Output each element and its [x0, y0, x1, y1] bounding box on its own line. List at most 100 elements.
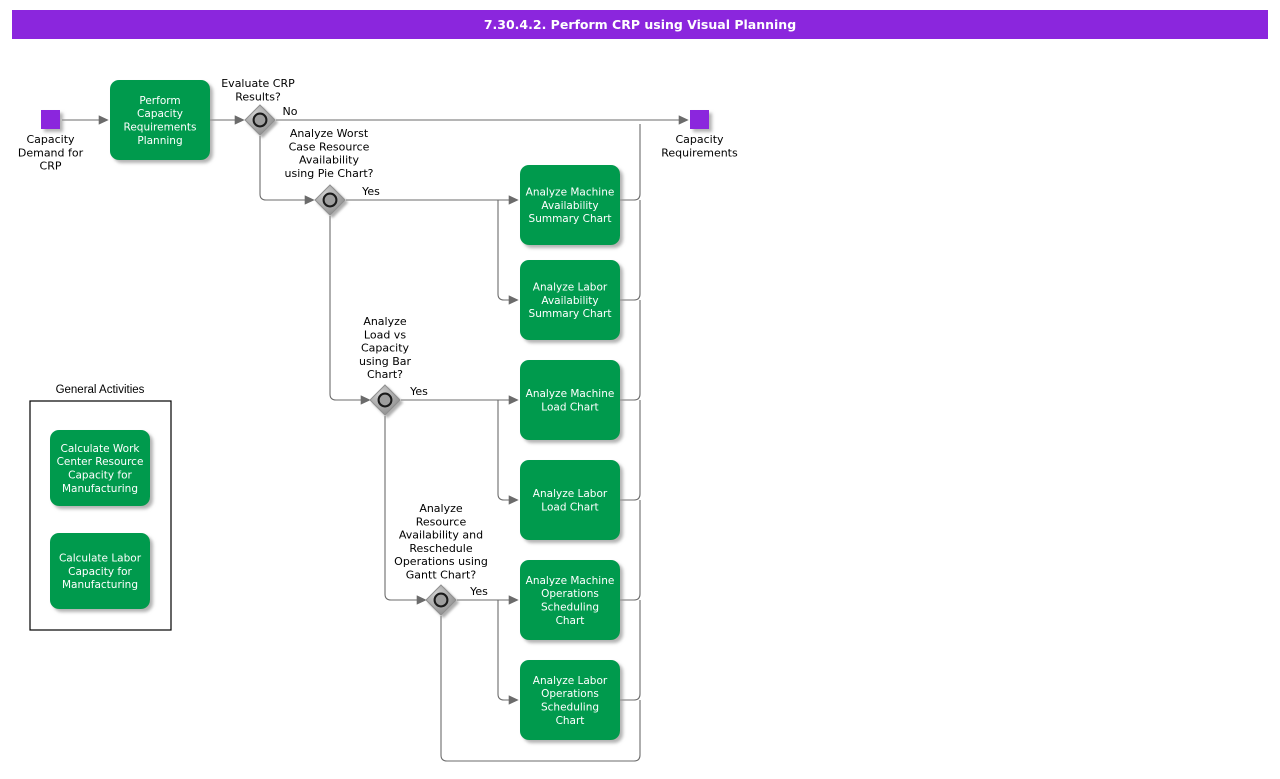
gateway-analyze-load-vs-capacity-using-bar-chart-branch-label: Yes [409, 385, 428, 398]
gateway-evaluate-crp-results-question-line-1: Results? [235, 90, 281, 103]
task-calculate-labor-capacity-for-manufacturing[interactable]: Calculate LaborCapacity forManufacturing [50, 533, 150, 609]
end-event-capacity-requirements-label-line-0: Capacity [675, 133, 724, 146]
task-analyze-machine-availability-summary-chart-label-line-0: Analyze Machine [526, 187, 615, 199]
task-analyze-machine-operations-scheduling-chart[interactable]: Analyze MachineOperationsScheduling Chart [520, 560, 620, 640]
task-analyze-machine-load-chart-label-line-0: Analyze Machine [526, 388, 615, 400]
arrowhead-to-gw-bar [360, 395, 371, 405]
task-calculate-labor-capacity-for-manufacturing-label-line-2: Manufacturing [62, 579, 138, 591]
gateway-analyze-load-vs-capacity-using-bar-chart-question-line-1: Load vs [364, 328, 406, 341]
arrowhead-to-gw-pie [304, 195, 315, 205]
gateway-analyze-resource-availability-and-reschedule-operations-using-gantt-chart-question-line-2: Availability and [399, 529, 483, 542]
gateway-analyze-worst-case-resource-availability-using-pie-chart[interactable]: Analyze WorstCase ResourceAvailabilityus… [285, 127, 381, 216]
start-event-capacity-demand-for-crp-marker[interactable] [41, 110, 60, 129]
task-analyze-machine-availability-summary-chart-label-line-1: Availability [541, 200, 598, 212]
gateway-analyze-worst-case-resource-availability-using-pie-chart-branch-label: Yes [361, 185, 380, 198]
task-analyze-machine-load-chart[interactable]: Analyze MachineLoad Chart [520, 360, 620, 440]
task-analyze-labor-operations-scheduling-chart[interactable]: Analyze LaborOperationsScheduling Chart [520, 660, 620, 740]
task-analyze-labor-operations-scheduling-chart-label-line-3: Chart [556, 715, 585, 727]
gateway-analyze-resource-availability-and-reschedule-operations-using-gantt-chart-inclusive-marker-icon [433, 592, 449, 608]
gateway-analyze-load-vs-capacity-using-bar-chart-question-line-0: Analyze [363, 315, 407, 328]
task-analyze-machine-operations-scheduling-chart-label-line-3: Chart [556, 615, 585, 627]
flow-machine-ops-return [620, 500, 641, 601]
gateway-analyze-worst-case-resource-availability-using-pie-chart-question-line-1: Case Resource [289, 140, 370, 153]
gateway-analyze-resource-availability-and-reschedule-operations-using-gantt-chart-question-line-1: Resource [416, 515, 467, 528]
end-event-capacity-requirements-marker[interactable] [690, 110, 709, 129]
gateway-evaluate-crp-results-question-line-0: Evaluate CRP [221, 77, 295, 90]
task-calculate-work-center-resource-capacity-for-manufacturing[interactable]: Calculate WorkCenter ResourceCapacity fo… [50, 430, 150, 506]
task-analyze-machine-availability-summary-chart-label-line-2: Summary Chart [529, 213, 612, 225]
task-calculate-work-center-resource-capacity-for-manufacturing-label-line-1: Center Resource [57, 456, 144, 468]
flow-labor-avail-return [620, 200, 641, 301]
task-analyze-labor-operations-scheduling-chart-label-line-2: Scheduling [541, 701, 599, 713]
arrowhead-to-machine-ops [508, 595, 519, 605]
task-calculate-work-center-resource-capacity-for-manufacturing-label-line-3: Manufacturing [62, 483, 138, 495]
task-analyze-labor-operations-scheduling-chart-label-line-1: Operations [541, 688, 599, 700]
arrowhead-to-machine-avail [508, 195, 519, 205]
arrowhead-to-end-event [678, 115, 689, 125]
task-perform-capacity-requirements-planning-label-line-3: Planning [137, 135, 182, 147]
arrowhead-to-labor-ops [508, 695, 519, 705]
task-calculate-labor-capacity-for-manufacturing-label-line-1: Capacity for [68, 566, 132, 578]
gateway-analyze-resource-availability-and-reschedule-operations-using-gantt-chart-question-line-5: Gantt Chart? [406, 569, 477, 582]
bpmn-flowchart: General Activities Calculate WorkCenter R… [18, 77, 738, 762]
task-analyze-machine-availability-summary-chart[interactable]: Analyze MachineAvailabilitySummary Chart [520, 165, 620, 245]
gateway-analyze-worst-case-resource-availability-using-pie-chart-question-line-3: using Pie Chart? [285, 167, 374, 180]
gateway-analyze-worst-case-resource-availability-using-pie-chart-question-line-2: Availability [299, 154, 359, 167]
flow-labor-load-return [620, 400, 641, 501]
gateway-analyze-resource-availability-and-reschedule-operations-using-gantt-chart-branch-label: Yes [469, 585, 488, 598]
gateway-analyze-resource-availability-and-reschedule-operations-using-gantt-chart-question-line-4: Operations using [394, 555, 488, 568]
arrowhead-to-machine-load [508, 395, 519, 405]
flow-labor-ops-return [620, 600, 641, 701]
task-perform-capacity-requirements-planning-label-line-1: Capacity [137, 108, 183, 120]
task-analyze-labor-operations-scheduling-chart-label-line-0: Analyze Labor [533, 675, 608, 687]
task-analyze-labor-load-chart-label-line-0: Analyze Labor [533, 488, 608, 500]
general-activities-title: General Activities [56, 384, 145, 396]
flow-gw-bar-branch-to-labor-load [497, 400, 514, 501]
task-calculate-labor-capacity-for-manufacturing-label-line-0: Calculate Labor [59, 553, 142, 565]
start-event-capacity-demand-for-crp-label-line-2: CRP [40, 160, 62, 173]
gateway-analyze-resource-availability-and-reschedule-operations-using-gantt-chart-question-line-0: Analyze [419, 502, 463, 515]
flow-machine-load-return [620, 300, 641, 401]
task-analyze-labor-availability-summary-chart[interactable]: Analyze LaborAvailabilitySummary Chart [520, 260, 620, 340]
task-analyze-machine-operations-scheduling-chart-label-line-0: Analyze Machine [526, 575, 615, 587]
task-analyze-machine-load-chart-label-line-1: Load Chart [541, 401, 598, 413]
gateway-evaluate-crp-results-inclusive-marker-icon [252, 112, 268, 128]
gateway-evaluate-crp-results[interactable]: Evaluate CRPResults?No [221, 77, 298, 136]
gateway-analyze-resource-availability-and-reschedule-operations-using-gantt-chart[interactable]: AnalyzeResourceAvailability andReschedul… [394, 502, 488, 616]
end-event-capacity-requirements[interactable]: CapacityRequirements [661, 110, 738, 159]
gateway-analyze-worst-case-resource-availability-using-pie-chart-inclusive-marker-icon [322, 192, 338, 208]
general-activities-layer: General Activities Calculate WorkCenter R… [29, 384, 172, 631]
task-perform-capacity-requirements-planning[interactable]: PerformCapacityRequirements Planning [110, 80, 210, 160]
start-event-capacity-demand-for-crp-label-line-0: Capacity [26, 133, 75, 146]
gateway-analyze-worst-case-resource-availability-using-pie-chart-question-line-0: Analyze Worst [290, 127, 369, 140]
diagram-canvas: 7.30.4.2. Perform CRP using Visual Plann… [0, 0, 1280, 779]
task-analyze-labor-availability-summary-chart-label-line-2: Summary Chart [529, 308, 612, 320]
flow-gw-gantt-branch-to-labor-ops [497, 600, 514, 701]
gateway-analyze-load-vs-capacity-using-bar-chart-inclusive-marker-icon [377, 392, 393, 408]
gateways-layer: Evaluate CRPResults?NoAnalyze WorstCase … [221, 77, 488, 616]
flow-gw-pie-down-to-gw-bar [329, 216, 366, 401]
task-analyze-labor-load-chart[interactable]: Analyze LaborLoad Chart [520, 460, 620, 540]
task-analyze-machine-operations-scheduling-chart-label-line-1: Operations [541, 588, 599, 600]
task-analyze-labor-availability-summary-chart-label-line-0: Analyze Labor [533, 282, 608, 294]
task-calculate-work-center-resource-capacity-for-manufacturing-label-line-2: Capacity for [68, 469, 132, 481]
arrowhead-to-labor-load [508, 495, 519, 505]
arrowhead-to-labor-avail [508, 295, 519, 305]
gateway-analyze-load-vs-capacity-using-bar-chart-question-line-4: Chart? [367, 368, 403, 381]
arrowhead-to-perform-crp [98, 115, 109, 125]
gateway-analyze-load-vs-capacity-using-bar-chart-question-line-2: Capacity [361, 342, 410, 355]
task-analyze-labor-availability-summary-chart-label-line-1: Availability [541, 295, 598, 307]
arrowhead-to-gw-evaluate [234, 115, 245, 125]
task-perform-capacity-requirements-planning-label-line-2: Requirements [124, 121, 197, 133]
task-analyze-labor-load-chart-label-line-1: Load Chart [541, 501, 598, 513]
end-event-capacity-requirements-label-line-1: Requirements [661, 146, 738, 159]
task-calculate-work-center-resource-capacity-for-manufacturing-label-line-0: Calculate Work [61, 443, 141, 455]
gateway-evaluate-crp-results-branch-label: No [283, 105, 298, 118]
start-event-capacity-demand-for-crp[interactable]: CapacityDemand forCRP [18, 110, 84, 173]
flow-gw-pie-branch-to-labor-avail [497, 200, 514, 301]
arrowhead-to-gw-gantt [416, 595, 427, 605]
task-analyze-machine-operations-scheduling-chart-label-line-2: Scheduling [541, 601, 599, 613]
gateway-analyze-resource-availability-and-reschedule-operations-using-gantt-chart-question-line-3: Reschedule [409, 542, 472, 555]
gateway-analyze-load-vs-capacity-using-bar-chart-question-line-3: using Bar [359, 355, 411, 368]
flow-machine-avail-return [620, 124, 641, 201]
